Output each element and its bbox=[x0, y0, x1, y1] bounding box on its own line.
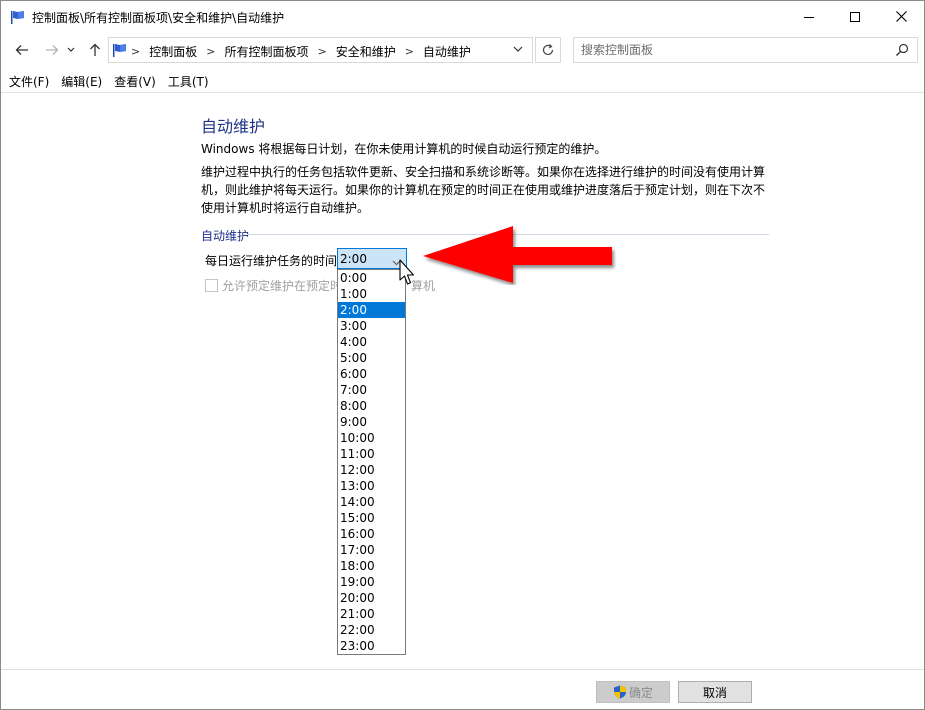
breadcrumb-item[interactable]: 所有控制面板项 bbox=[224, 43, 308, 60]
up-button[interactable] bbox=[84, 39, 106, 61]
control-panel-flag-icon bbox=[10, 9, 26, 25]
uac-shield-icon bbox=[613, 685, 626, 699]
time-option[interactable]: 1:00 bbox=[338, 286, 405, 302]
window-title: 控制面板\所有控制面板项\安全和维护\自动维护 bbox=[32, 11, 285, 25]
breadcrumb: > 控制面板 > 所有控制面板项 > 安全和维护 > 自动维护 bbox=[131, 43, 471, 60]
recent-locations-button[interactable] bbox=[64, 39, 78, 61]
refresh-icon bbox=[542, 44, 554, 56]
breadcrumb-separator-icon[interactable]: > bbox=[317, 45, 326, 58]
address-dropdown-button[interactable] bbox=[512, 43, 524, 58]
menu-view[interactable]: 查看(V) bbox=[106, 71, 160, 91]
close-button[interactable] bbox=[878, 1, 924, 32]
time-option[interactable]: 11:00 bbox=[338, 446, 405, 462]
breadcrumb-separator-icon[interactable]: > bbox=[206, 45, 215, 58]
red-arrow-annotation bbox=[423, 226, 612, 283]
back-button[interactable] bbox=[11, 39, 33, 61]
time-option[interactable]: 3:00 bbox=[338, 318, 405, 334]
time-option[interactable]: 8:00 bbox=[338, 398, 405, 414]
search-box[interactable] bbox=[573, 37, 918, 63]
intro-text: Windows 将根据每日计划，在你未使用计算机的时候自动运行预定的维护。 bbox=[201, 142, 607, 156]
footer-divider bbox=[1, 669, 924, 670]
chevron-down-icon bbox=[513, 46, 523, 52]
menu-tools[interactable]: 工具(T) bbox=[160, 71, 213, 91]
allow-wake-label: 允许预定维护在预定时 bbox=[222, 279, 343, 293]
minimize-icon bbox=[804, 16, 814, 18]
forward-arrow-icon bbox=[46, 45, 59, 55]
time-option[interactable]: 2:00 bbox=[338, 302, 405, 318]
refresh-button[interactable] bbox=[535, 37, 561, 63]
control-panel-flag-icon bbox=[112, 42, 128, 61]
time-option[interactable]: 23:00 bbox=[338, 638, 405, 654]
address-bar[interactable]: > 控制面板 > 所有控制面板项 > 安全和维护 > 自动维护 bbox=[108, 37, 533, 63]
page-title: 自动维护 bbox=[201, 117, 266, 136]
time-option[interactable]: 14:00 bbox=[338, 494, 405, 510]
menu-edit[interactable]: 编辑(E) bbox=[53, 71, 106, 91]
search-input[interactable] bbox=[574, 38, 891, 62]
time-option[interactable]: 22:00 bbox=[338, 622, 405, 638]
breadcrumb-separator-icon[interactable]: > bbox=[131, 45, 140, 58]
time-option[interactable]: 13:00 bbox=[338, 478, 405, 494]
breadcrumb-item[interactable]: 安全和维护 bbox=[336, 43, 396, 60]
menu-bar: 文件(F) 编辑(E) 查看(V) 工具(T) bbox=[1, 71, 213, 91]
time-option[interactable]: 15:00 bbox=[338, 510, 405, 526]
breadcrumb-item[interactable]: 自动维护 bbox=[423, 43, 471, 60]
time-option[interactable]: 21:00 bbox=[338, 606, 405, 622]
control-panel-window: 控制面板\所有控制面板项\安全和维护\自动维护 > 控制面板 > 所有控制面板项… bbox=[0, 0, 925, 710]
ok-button[interactable]: 确定 bbox=[596, 681, 670, 703]
forward-button[interactable] bbox=[41, 39, 63, 61]
menu-divider bbox=[1, 92, 924, 93]
time-option[interactable]: 7:00 bbox=[338, 382, 405, 398]
allow-wake-checkbox[interactable] bbox=[205, 279, 218, 292]
breadcrumb-separator-icon[interactable]: > bbox=[405, 45, 414, 58]
ok-button-label: 确定 bbox=[628, 685, 653, 700]
close-icon bbox=[895, 11, 907, 22]
breadcrumb-item[interactable]: 控制面板 bbox=[149, 43, 197, 60]
up-arrow-icon bbox=[90, 43, 100, 56]
maximize-button[interactable] bbox=[832, 1, 878, 32]
time-option[interactable]: 5:00 bbox=[338, 350, 405, 366]
back-arrow-icon bbox=[15, 45, 28, 55]
title-bar: 控制面板\所有控制面板项\安全和维护\自动维护 bbox=[1, 1, 924, 33]
time-option[interactable]: 0:00 bbox=[338, 270, 405, 286]
search-icon[interactable] bbox=[895, 43, 909, 60]
section-heading: 自动维护 bbox=[201, 229, 250, 243]
time-option[interactable]: 18:00 bbox=[338, 558, 405, 574]
cancel-button[interactable]: 取消 bbox=[678, 681, 752, 703]
time-option[interactable]: 6:00 bbox=[338, 366, 405, 382]
maintenance-time-select[interactable]: 2:00 bbox=[337, 248, 407, 269]
maintenance-time-label: 每日运行维护任务的时间 bbox=[205, 254, 338, 268]
menu-file[interactable]: 文件(F) bbox=[1, 71, 53, 91]
time-option[interactable]: 16:00 bbox=[338, 526, 405, 542]
maximize-icon bbox=[850, 11, 860, 22]
time-option[interactable]: 19:00 bbox=[338, 574, 405, 590]
time-option[interactable]: 12:00 bbox=[338, 462, 405, 478]
time-option[interactable]: 17:00 bbox=[338, 542, 405, 558]
time-option[interactable]: 10:00 bbox=[338, 430, 405, 446]
time-option[interactable]: 4:00 bbox=[338, 334, 405, 350]
minimize-button[interactable] bbox=[786, 1, 832, 32]
time-option[interactable]: 20:00 bbox=[338, 590, 405, 606]
cancel-button-label: 取消 bbox=[702, 685, 727, 700]
chevron-down-icon bbox=[67, 47, 75, 52]
description-text: 维护过程中执行的任务包括软件更新、安全扫描和系统诊断等。如果你在选择进行维护的时… bbox=[201, 165, 766, 215]
mouse-cursor-icon bbox=[399, 259, 415, 285]
selected-time-value: 2:00 bbox=[340, 252, 367, 266]
time-option[interactable]: 9:00 bbox=[338, 414, 405, 430]
time-dropdown-list[interactable]: 0:00 1:00 2:00 3:00 4:00 5:00 6:00 7:00 8:00 9:00… bbox=[337, 269, 406, 655]
